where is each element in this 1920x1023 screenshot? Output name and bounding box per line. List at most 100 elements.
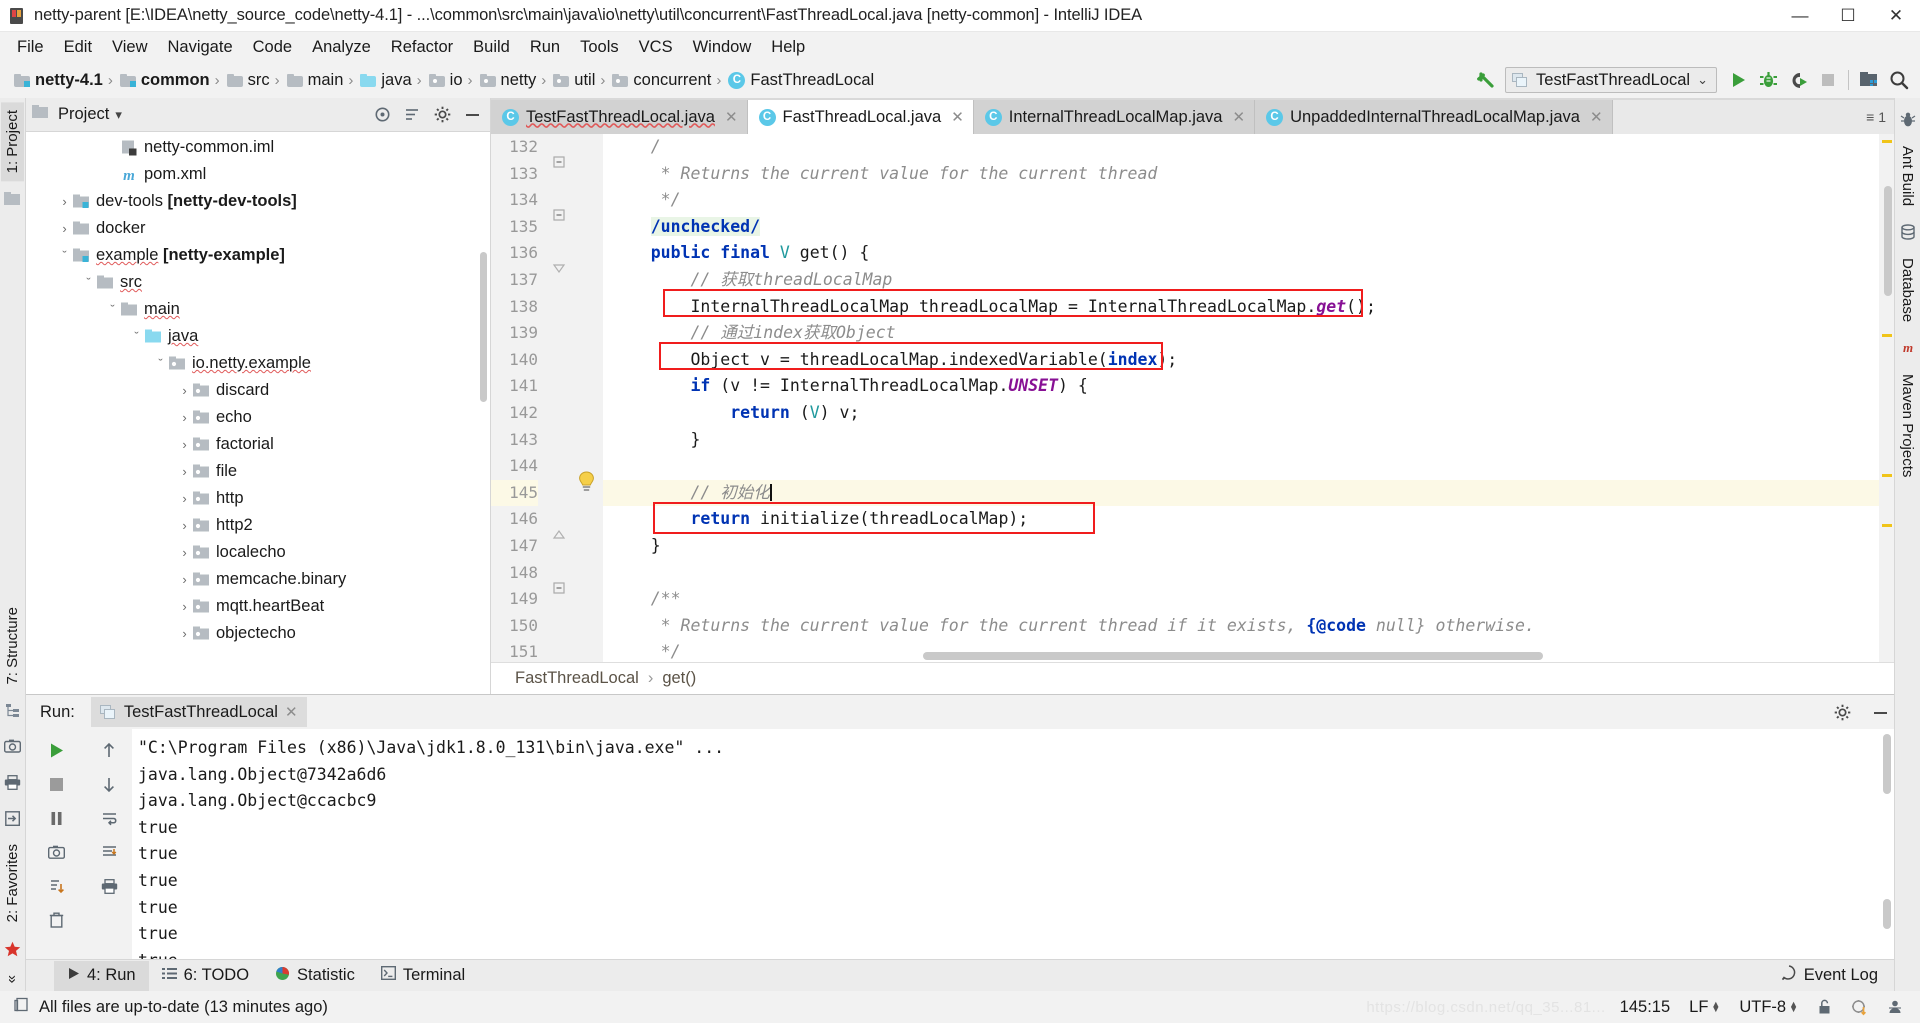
sort-icon[interactable] <box>400 103 424 127</box>
screenshot-button[interactable] <box>43 839 69 865</box>
left-strip-more[interactable]: » <box>1 967 24 991</box>
breadcrumb-util[interactable]: util <box>549 67 597 93</box>
chevron-down-icon[interactable]: ˇ <box>80 275 97 290</box>
hide-panel-icon[interactable] <box>1866 698 1894 726</box>
fold-column[interactable] <box>547 134 573 662</box>
code-line[interactable]: /** <box>603 586 1879 613</box>
breadcrumb-io[interactable]: io <box>425 67 465 93</box>
run-button[interactable] <box>1723 66 1753 94</box>
menu-build[interactable]: Build <box>464 35 519 60</box>
console-output[interactable]: "C:\Program Files (x86)\Java\jdk1.8.0_13… <box>132 729 1894 959</box>
chevron-right-icon[interactable]: › <box>176 599 193 614</box>
tree-item[interactable]: › http2 <box>26 512 490 539</box>
code-line[interactable]: // 初始化 <box>603 479 1879 507</box>
breadcrumb-class[interactable]: FastThreadLocal <box>515 669 639 688</box>
code-text-area[interactable]: / * Returns the current value for the cu… <box>603 134 1879 662</box>
breadcrumb-concurrent[interactable]: concurrent <box>608 67 713 93</box>
code-line[interactable]: * Returns the current value for the curr… <box>603 613 1879 640</box>
code-line[interactable]: / <box>603 134 1879 161</box>
breadcrumb-method[interactable]: get() <box>662 669 696 688</box>
settings-gear-icon[interactable] <box>430 103 454 127</box>
tree-item[interactable]: › mqtt.heartBeat <box>26 593 490 620</box>
code-line[interactable]: /unchecked/ <box>603 214 1879 241</box>
chevron-right-icon[interactable]: › <box>176 464 193 479</box>
menu-window[interactable]: Window <box>684 35 761 60</box>
tab-close-icon[interactable]: ✕ <box>1590 108 1603 126</box>
menu-analyze[interactable]: Analyze <box>303 35 380 60</box>
code-line[interactable]: // 通过index获取Object <box>603 320 1879 347</box>
sidebar-item-statistic[interactable]: Statistic <box>262 961 368 991</box>
database-icon[interactable] <box>1897 221 1919 243</box>
sidebar-item-database[interactable]: Database <box>1896 250 1919 330</box>
breadcrumb-main[interactable]: main <box>283 67 346 93</box>
export-button[interactable] <box>43 873 69 899</box>
menu-view[interactable]: View <box>103 35 156 60</box>
soft-wrap-button[interactable] <box>96 805 122 831</box>
code-line[interactable]: if (v != InternalThreadLocalMap.UNSET) { <box>603 373 1879 400</box>
debug-button[interactable] <box>1753 66 1783 94</box>
breadcrumb-src[interactable]: src <box>223 67 272 93</box>
code-line[interactable] <box>603 453 1879 480</box>
breadcrumb-common[interactable]: common <box>116 67 212 93</box>
event-log-button[interactable]: Event Log <box>1781 965 1894 986</box>
sidebar-item-favorites[interactable]: 2: Favorites <box>1 836 24 930</box>
project-strip-icon[interactable] <box>2 188 24 210</box>
inspection-icon[interactable] <box>1846 999 1873 1016</box>
menu-help[interactable]: Help <box>762 35 814 60</box>
tree-item[interactable]: › docker <box>26 215 490 242</box>
project-tree[interactable]: netty-common.iml m pom.xml › dev-tools [nett… <box>26 132 490 694</box>
tree-item[interactable]: ˇ java <box>26 323 490 350</box>
chevron-right-icon[interactable]: › <box>56 221 73 236</box>
search-everywhere-button[interactable] <box>1884 66 1914 94</box>
trash-button[interactable] <box>43 907 69 933</box>
run-tab-close-icon[interactable]: ✕ <box>285 703 298 721</box>
code-line[interactable]: } <box>603 533 1879 560</box>
ide-heap-icon[interactable] <box>1882 999 1908 1015</box>
chevron-down-icon[interactable]: ˇ <box>128 329 145 344</box>
chevron-right-icon[interactable]: › <box>176 518 193 533</box>
chevron-right-icon[interactable]: › <box>176 626 193 641</box>
run-configuration-selector[interactable]: TestFastThreadLocal ⌄ <box>1505 67 1717 93</box>
chevron-right-icon[interactable]: › <box>176 491 193 506</box>
tree-item[interactable]: ˇ src <box>26 269 490 296</box>
tab-close-icon[interactable]: ✕ <box>1232 108 1245 126</box>
tree-item[interactable]: › echo <box>26 404 490 431</box>
code-line[interactable]: return initialize(threadLocalMap); <box>603 506 1879 533</box>
code-line[interactable]: return (V) v; <box>603 400 1879 427</box>
tree-item[interactable]: › factorial <box>26 431 490 458</box>
tab-fastthreadlocal[interactable]: C FastThreadLocal.java ✕ <box>747 100 974 134</box>
tab-internalthreadlocalmap[interactable]: C InternalThreadLocalMap.java ✕ <box>973 100 1256 134</box>
chevron-right-icon[interactable]: › <box>176 545 193 560</box>
code-line[interactable]: InternalThreadLocalMap threadLocalMap = … <box>603 294 1879 321</box>
code-line[interactable]: // 获取threadLocalMap <box>603 267 1879 294</box>
collapse-target-icon[interactable] <box>370 103 394 127</box>
code-line[interactable]: } <box>603 427 1879 454</box>
menu-vcs[interactable]: VCS <box>630 35 682 60</box>
sidebar-item-terminal[interactable]: Terminal <box>368 961 478 991</box>
tree-item[interactable]: › objectecho <box>26 620 490 647</box>
error-marker-column[interactable] <box>1879 134 1894 662</box>
sidebar-item-project[interactable]: 1: Project <box>1 102 24 182</box>
menu-tools[interactable]: Tools <box>571 35 628 60</box>
sidebar-item-structure[interactable]: 7: Structure <box>1 599 24 693</box>
tree-item[interactable]: ˇ example [netty-example] <box>26 242 490 269</box>
build-hammer-icon[interactable] <box>1473 67 1499 93</box>
rerun-button[interactable] <box>43 737 69 763</box>
arrow-into-strip-icon[interactable] <box>2 807 24 829</box>
sidebar-item-run[interactable]: 4: Run <box>54 960 149 991</box>
chevron-down-icon[interactable]: ˇ <box>104 302 121 317</box>
chevron-right-icon[interactable]: › <box>176 437 193 452</box>
chevron-right-icon[interactable]: › <box>176 383 193 398</box>
print-button[interactable] <box>96 873 122 899</box>
tree-item[interactable]: netty-common.iml <box>26 134 490 161</box>
menu-run[interactable]: Run <box>521 35 569 60</box>
tree-item[interactable]: m pom.xml <box>26 161 490 188</box>
breadcrumb-fastthreadlocal[interactable]: C FastThreadLocal <box>724 67 876 93</box>
chevron-down-icon[interactable]: ˇ <box>152 356 169 371</box>
menu-code[interactable]: Code <box>244 35 301 60</box>
chevron-down-icon[interactable]: ▾ <box>115 107 122 123</box>
chevron-right-icon[interactable]: › <box>176 572 193 587</box>
ant-build-icon[interactable] <box>1897 109 1919 131</box>
intention-bulb-column[interactable] <box>573 134 603 662</box>
project-tree-scrollbar[interactable] <box>480 252 487 402</box>
